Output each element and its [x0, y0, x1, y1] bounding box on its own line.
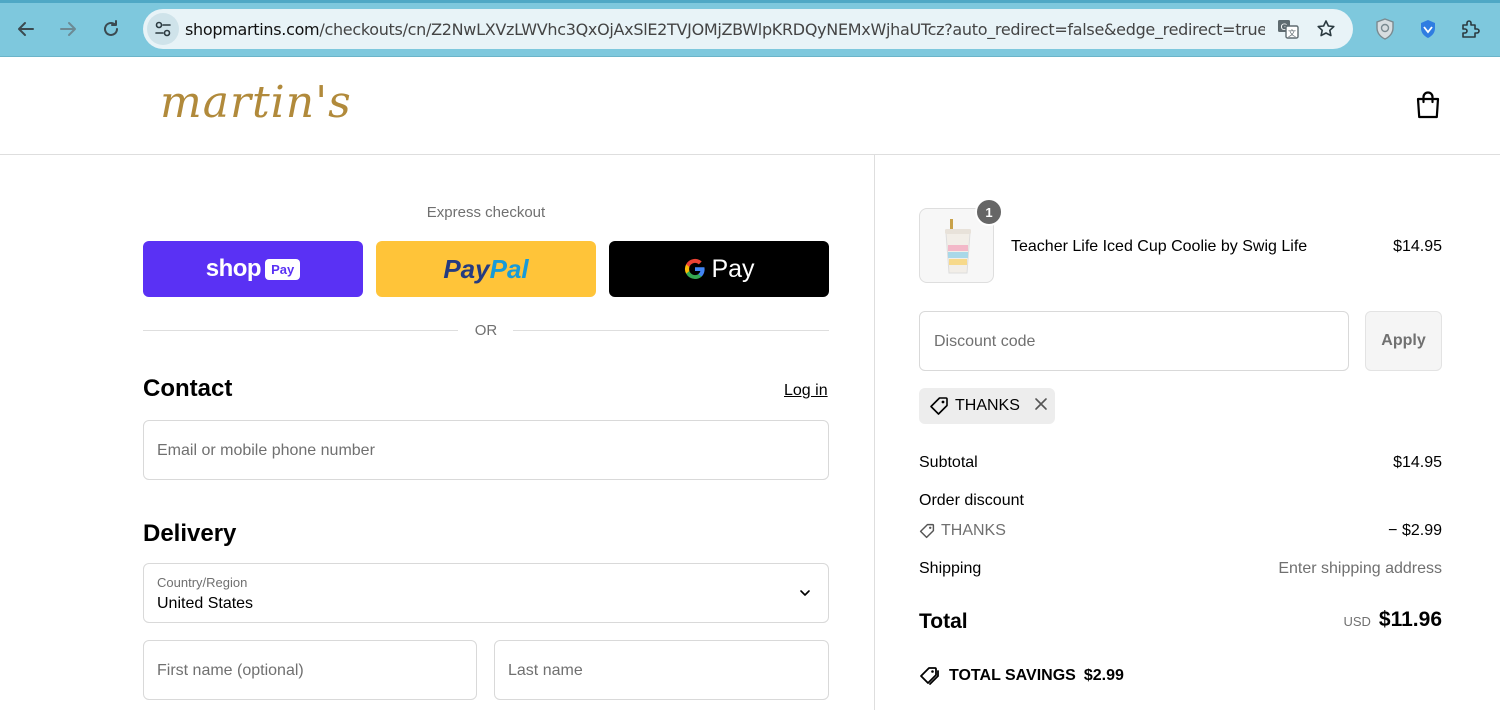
discount-code-row: THANKS − $2.99: [919, 522, 1442, 544]
discount-value: − $2.99: [1388, 522, 1442, 539]
total-row: Total USD $11.96: [919, 608, 1442, 634]
email-field[interactable]: Email or mobile phone number: [143, 420, 829, 480]
google-pay-label: Pay: [711, 254, 755, 283]
vpn-shield-icon[interactable]: [1415, 16, 1441, 42]
subtotal-value: $14.95: [1393, 454, 1442, 471]
product-price: $14.95: [1393, 238, 1442, 255]
column-divider: [874, 155, 875, 710]
back-button[interactable]: [11, 14, 41, 44]
site-info-button[interactable]: [147, 13, 179, 45]
quantity-badge: 1: [975, 198, 1003, 226]
store-header: martin's: [0, 57, 1500, 155]
product-name: Teacher Life Iced Cup Coolie by Swig Lif…: [1011, 238, 1308, 255]
paypal-wordmark: PayPal: [443, 253, 529, 284]
store-logo[interactable]: martin's: [160, 77, 352, 128]
last-name-field[interactable]: Last name: [494, 640, 829, 700]
shop-pay-badge: Pay: [265, 258, 301, 280]
subtotal-row: Subtotal $14.95: [919, 454, 1442, 472]
order-discount-label: Order discount: [919, 492, 1024, 509]
close-icon: [1035, 397, 1047, 410]
or-divider: OR: [143, 321, 829, 341]
savings-value: $2.99: [1083, 667, 1124, 684]
discount-placeholder: Discount code: [934, 333, 1036, 350]
total-currency: USD: [1343, 614, 1371, 629]
shipping-value: Enter shipping address: [1278, 560, 1442, 577]
last-name-placeholder: Last name: [508, 662, 583, 679]
arrow-right-icon: [60, 22, 76, 36]
paypal-button[interactable]: PayPal: [376, 241, 596, 297]
shipping-row: Shipping Enter shipping address: [919, 560, 1442, 578]
forward-button[interactable]: [53, 14, 83, 44]
tab-strip-edge: [0, 0, 1500, 3]
order-discount-row: Order discount: [919, 492, 1442, 510]
shopping-bag-icon: [1416, 91, 1440, 119]
country-label: Country/Region: [157, 575, 248, 590]
svg-text:文: 文: [1288, 28, 1296, 38]
delivery-heading: Delivery: [143, 520, 237, 547]
total-amount: $11.96: [1378, 608, 1442, 631]
shop-pay-wordmark: shop: [205, 255, 262, 282]
extensions-puzzle-icon[interactable]: [1457, 16, 1483, 42]
arrow-left-icon: [18, 22, 34, 36]
contact-heading: Contact: [143, 375, 233, 402]
total-savings: TOTAL SAVINGS $2.99: [919, 666, 1124, 686]
bookmark-star-icon[interactable]: [1315, 18, 1337, 40]
google-g-icon: [685, 258, 706, 280]
shield-extension-icon[interactable]: [1372, 16, 1398, 42]
discount-code-label: THANKS: [941, 522, 1006, 539]
reload-button[interactable]: [96, 14, 126, 44]
email-placeholder: Email or mobile phone number: [157, 442, 375, 459]
first-name-field[interactable]: First name (optional): [143, 640, 477, 700]
discount-code-input[interactable]: Discount code: [919, 311, 1349, 371]
shop-pay-button[interactable]: shop Pay: [143, 241, 363, 297]
applied-discount-chip: THANKS: [919, 388, 1055, 424]
country-select[interactable]: Country/Region United States: [143, 563, 829, 623]
chevron-down-icon: [800, 590, 810, 596]
tune-icon: [155, 21, 171, 37]
country-value: United States: [157, 595, 254, 612]
first-name-placeholder: First name (optional): [157, 662, 304, 679]
express-checkout-label: Express checkout: [426, 204, 546, 221]
address-bar[interactable]: shopmartins.com/checkouts/cn/Z2NwLXVzLWV…: [143, 9, 1353, 49]
shipping-label: Shipping: [919, 560, 982, 577]
translate-icon[interactable]: G文: [1277, 18, 1299, 40]
tags-icon: [920, 667, 939, 685]
tag-icon: [930, 397, 948, 415]
cart-button[interactable]: [1414, 90, 1442, 120]
savings-label: TOTAL SAVINGS: [949, 667, 1076, 684]
browser-toolbar: shopmartins.com/checkouts/cn/Z2NwLXVzLWV…: [0, 0, 1500, 57]
remove-discount-button[interactable]: [1034, 397, 1048, 416]
url-text: shopmartins.com/checkouts/cn/Z2NwLXVzLWV…: [185, 20, 1265, 39]
google-pay-button[interactable]: Pay: [609, 241, 829, 297]
reload-icon: [104, 20, 118, 36]
tag-icon: [919, 523, 935, 539]
total-label: Total: [919, 610, 968, 633]
subtotal-label: Subtotal: [919, 454, 978, 471]
login-link[interactable]: Log in: [784, 382, 828, 400]
apply-discount-button[interactable]: Apply: [1365, 311, 1442, 371]
applied-discount-code: THANKS: [955, 397, 1020, 414]
